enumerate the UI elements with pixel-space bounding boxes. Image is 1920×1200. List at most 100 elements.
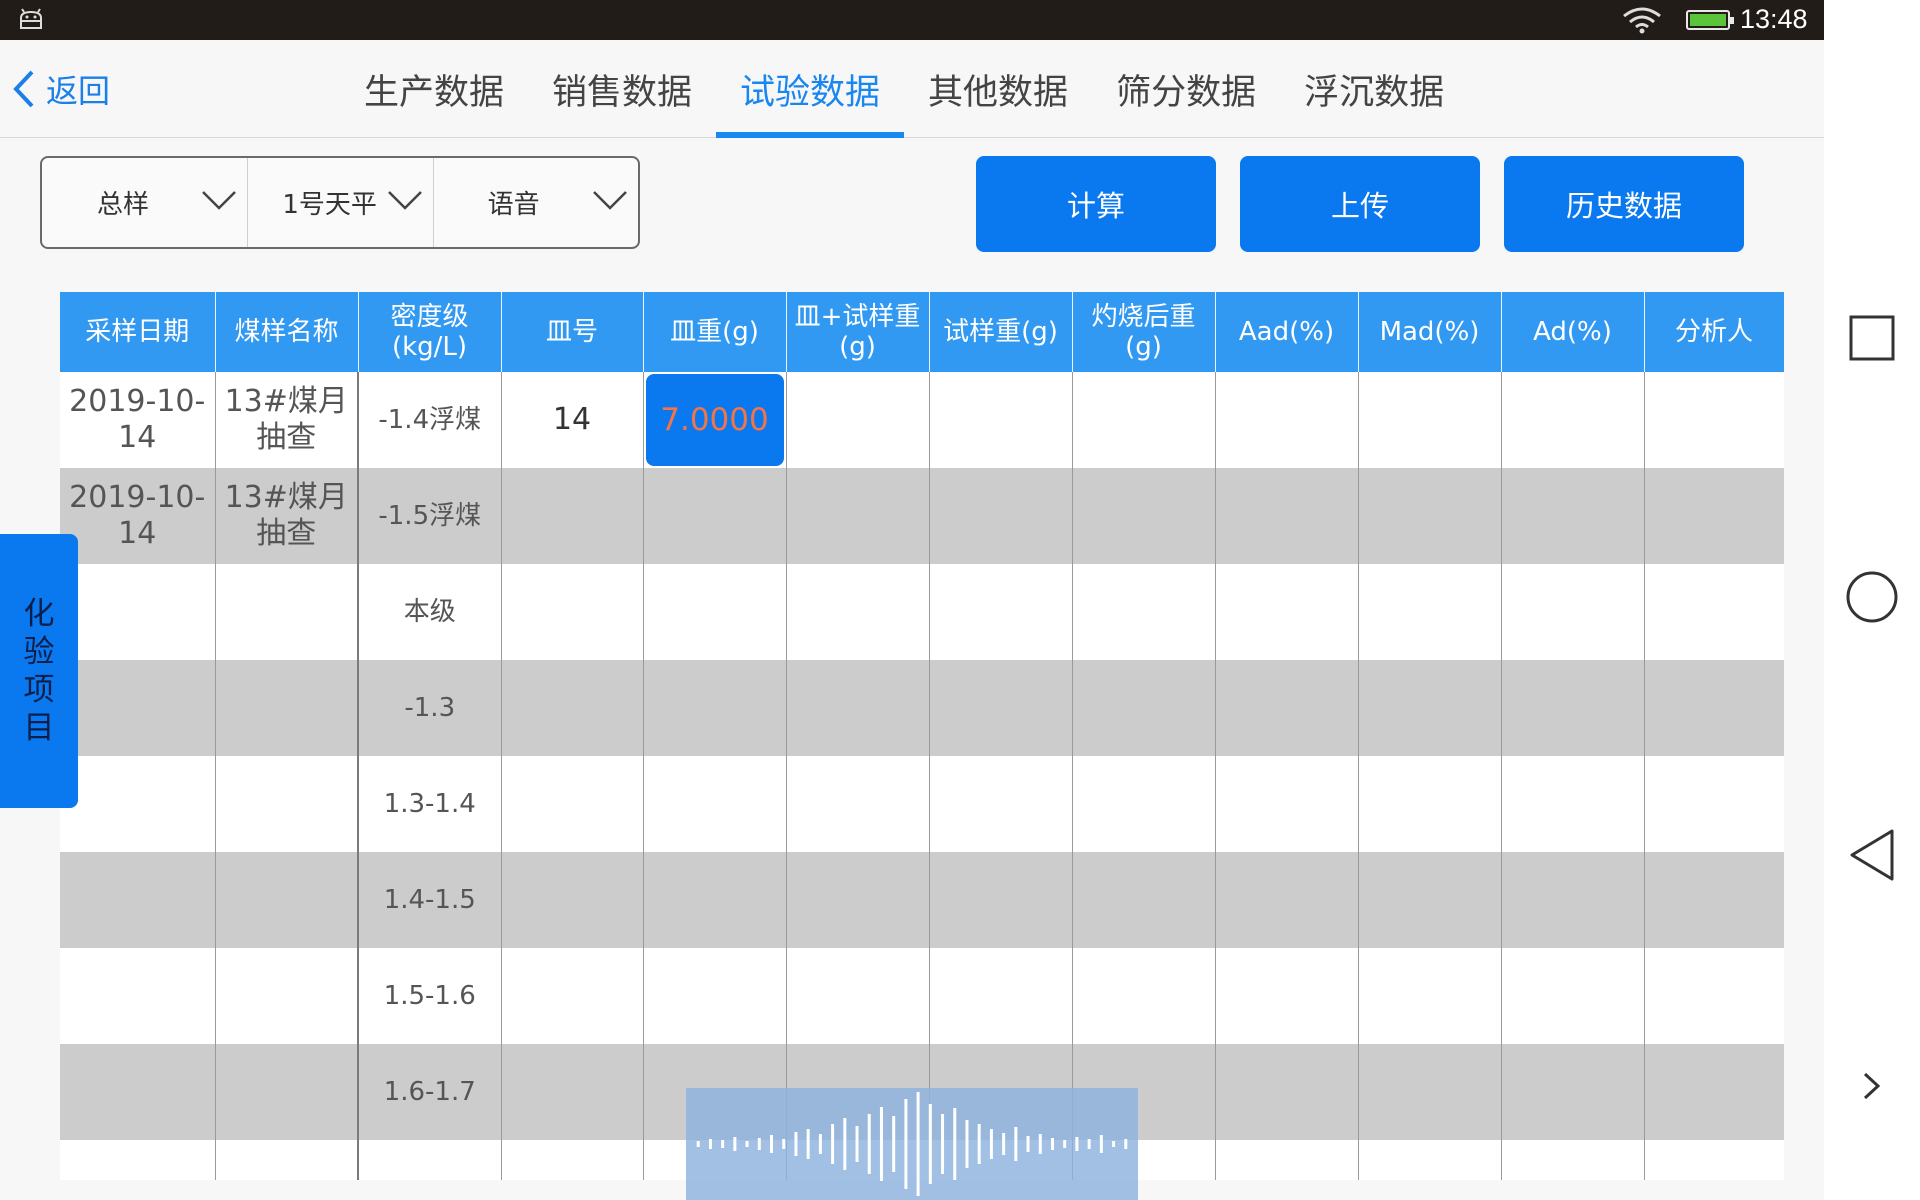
cell-name[interactable] (215, 756, 359, 852)
cell-empty[interactable] (1501, 372, 1645, 468)
home-button[interactable] (1824, 557, 1920, 637)
cell-empty[interactable] (1358, 372, 1502, 468)
tab-float-sink[interactable]: 浮沉数据 (1280, 40, 1468, 138)
cell-empty[interactable] (1215, 564, 1359, 660)
cell-empty[interactable] (1215, 948, 1359, 1044)
cell-empty[interactable] (1644, 372, 1784, 468)
cell-empty[interactable] (1644, 468, 1784, 564)
cell-date[interactable] (60, 756, 216, 852)
cell-empty[interactable] (1644, 660, 1784, 756)
cell-empty[interactable] (1215, 468, 1359, 564)
cell-empty[interactable] (1215, 1044, 1359, 1140)
cell-date[interactable] (60, 948, 216, 1044)
cell-date[interactable] (60, 660, 216, 756)
calculate-button[interactable]: 计算 (976, 156, 1216, 252)
cell-empty[interactable] (1644, 1140, 1784, 1180)
cell-empty[interactable] (1358, 660, 1502, 756)
cell-dish[interactable] (501, 660, 644, 756)
cell-empty[interactable] (1215, 1140, 1359, 1180)
cell-dish[interactable] (501, 756, 644, 852)
expand-nav-button[interactable] (1824, 1046, 1920, 1126)
test-items-drawer-tab[interactable]: 化 验 项 目 (0, 534, 78, 808)
back-nav-button[interactable] (1824, 815, 1920, 895)
cell-density[interactable]: -1.3 (357, 660, 502, 756)
cell-empty[interactable] (929, 852, 1073, 948)
cell-density[interactable]: 本级 (357, 564, 502, 660)
cell-empty[interactable] (786, 468, 930, 564)
cell-empty[interactable] (1501, 468, 1645, 564)
cell-empty[interactable] (786, 564, 930, 660)
cell-density[interactable]: 1.3-1.4 (357, 756, 502, 852)
cell-empty[interactable] (1072, 852, 1216, 948)
cell-dish[interactable] (501, 1140, 644, 1180)
cell-name[interactable] (215, 948, 359, 1044)
cell-density[interactable]: -1.4浮煤 (357, 372, 502, 468)
cell-dish-weight[interactable] (643, 468, 787, 564)
cell-empty[interactable] (1358, 564, 1502, 660)
cell-name[interactable]: 13#煤月抽查 (215, 372, 359, 468)
cell-name[interactable] (215, 852, 359, 948)
cell-empty[interactable] (1358, 1140, 1502, 1180)
cell-empty[interactable] (1644, 948, 1784, 1044)
balance-select[interactable]: 1号天平 (248, 158, 434, 247)
cell-dish[interactable]: 14 (501, 372, 644, 468)
cell-empty[interactable] (1644, 756, 1784, 852)
cell-empty[interactable] (1501, 564, 1645, 660)
cell-dish-weight[interactable] (643, 564, 787, 660)
cell-empty[interactable] (786, 756, 930, 852)
cell-name[interactable] (215, 1044, 359, 1140)
cell-name[interactable] (215, 1140, 359, 1180)
cell-empty[interactable] (1358, 948, 1502, 1044)
cell-dish[interactable] (501, 948, 644, 1044)
cell-empty[interactable] (1215, 852, 1359, 948)
cell-date[interactable] (60, 1044, 216, 1140)
cell-density[interactable]: 1.4-1.5 (357, 852, 502, 948)
cell-date[interactable] (60, 564, 216, 660)
cell-empty[interactable] (1644, 564, 1784, 660)
voice-input-overlay[interactable] (686, 1088, 1138, 1200)
cell-density[interactable]: 1.5-1.6 (357, 948, 502, 1044)
cell-dish[interactable] (501, 852, 644, 948)
cell-empty[interactable] (929, 660, 1073, 756)
tab-sales[interactable]: 销售数据 (528, 40, 716, 138)
cell-empty[interactable] (929, 948, 1073, 1044)
cell-empty[interactable] (1215, 372, 1359, 468)
tab-other[interactable]: 其他数据 (904, 40, 1092, 138)
cell-empty[interactable] (1501, 948, 1645, 1044)
cell-date[interactable]: 2019-10-14 (60, 468, 216, 564)
cell-empty[interactable] (1501, 852, 1645, 948)
cell-dish-weight[interactable] (643, 948, 787, 1044)
cell-density[interactable]: 1.6-1.7 (357, 1044, 502, 1140)
cell-date[interactable]: 2019-10-14 (60, 372, 216, 468)
cell-empty[interactable] (1072, 756, 1216, 852)
tab-screening[interactable]: 筛分数据 (1092, 40, 1280, 138)
cell-empty[interactable] (1644, 1044, 1784, 1140)
cell-name[interactable] (215, 564, 359, 660)
cell-dish-weight[interactable] (643, 660, 787, 756)
cell-dish-weight[interactable]: 7.0000 (643, 372, 787, 468)
recent-apps-button[interactable] (1824, 298, 1920, 378)
back-button[interactable]: 返回 (10, 66, 110, 112)
cell-date[interactable] (60, 852, 216, 948)
cell-dish[interactable] (501, 468, 644, 564)
cell-empty[interactable] (1072, 948, 1216, 1044)
cell-name[interactable] (215, 660, 359, 756)
cell-empty[interactable] (1072, 564, 1216, 660)
cell-name[interactable]: 13#煤月抽查 (215, 468, 359, 564)
cell-empty[interactable] (1501, 660, 1645, 756)
cell-dish[interactable] (501, 1044, 644, 1140)
cell-density[interactable] (357, 1140, 502, 1180)
cell-dish[interactable] (501, 564, 644, 660)
cell-empty[interactable] (1358, 852, 1502, 948)
cell-empty[interactable] (929, 372, 1073, 468)
cell-empty[interactable] (1501, 756, 1645, 852)
cell-empty[interactable] (1501, 1044, 1645, 1140)
upload-button[interactable]: 上传 (1240, 156, 1480, 252)
input-mode-select[interactable]: 语音 (434, 158, 638, 247)
cell-empty[interactable] (1072, 660, 1216, 756)
cell-density[interactable]: -1.5浮煤 (357, 468, 502, 564)
cell-empty[interactable] (1072, 468, 1216, 564)
cell-dish-weight[interactable] (643, 756, 787, 852)
cell-empty[interactable] (786, 852, 930, 948)
cell-date[interactable] (60, 1140, 216, 1180)
